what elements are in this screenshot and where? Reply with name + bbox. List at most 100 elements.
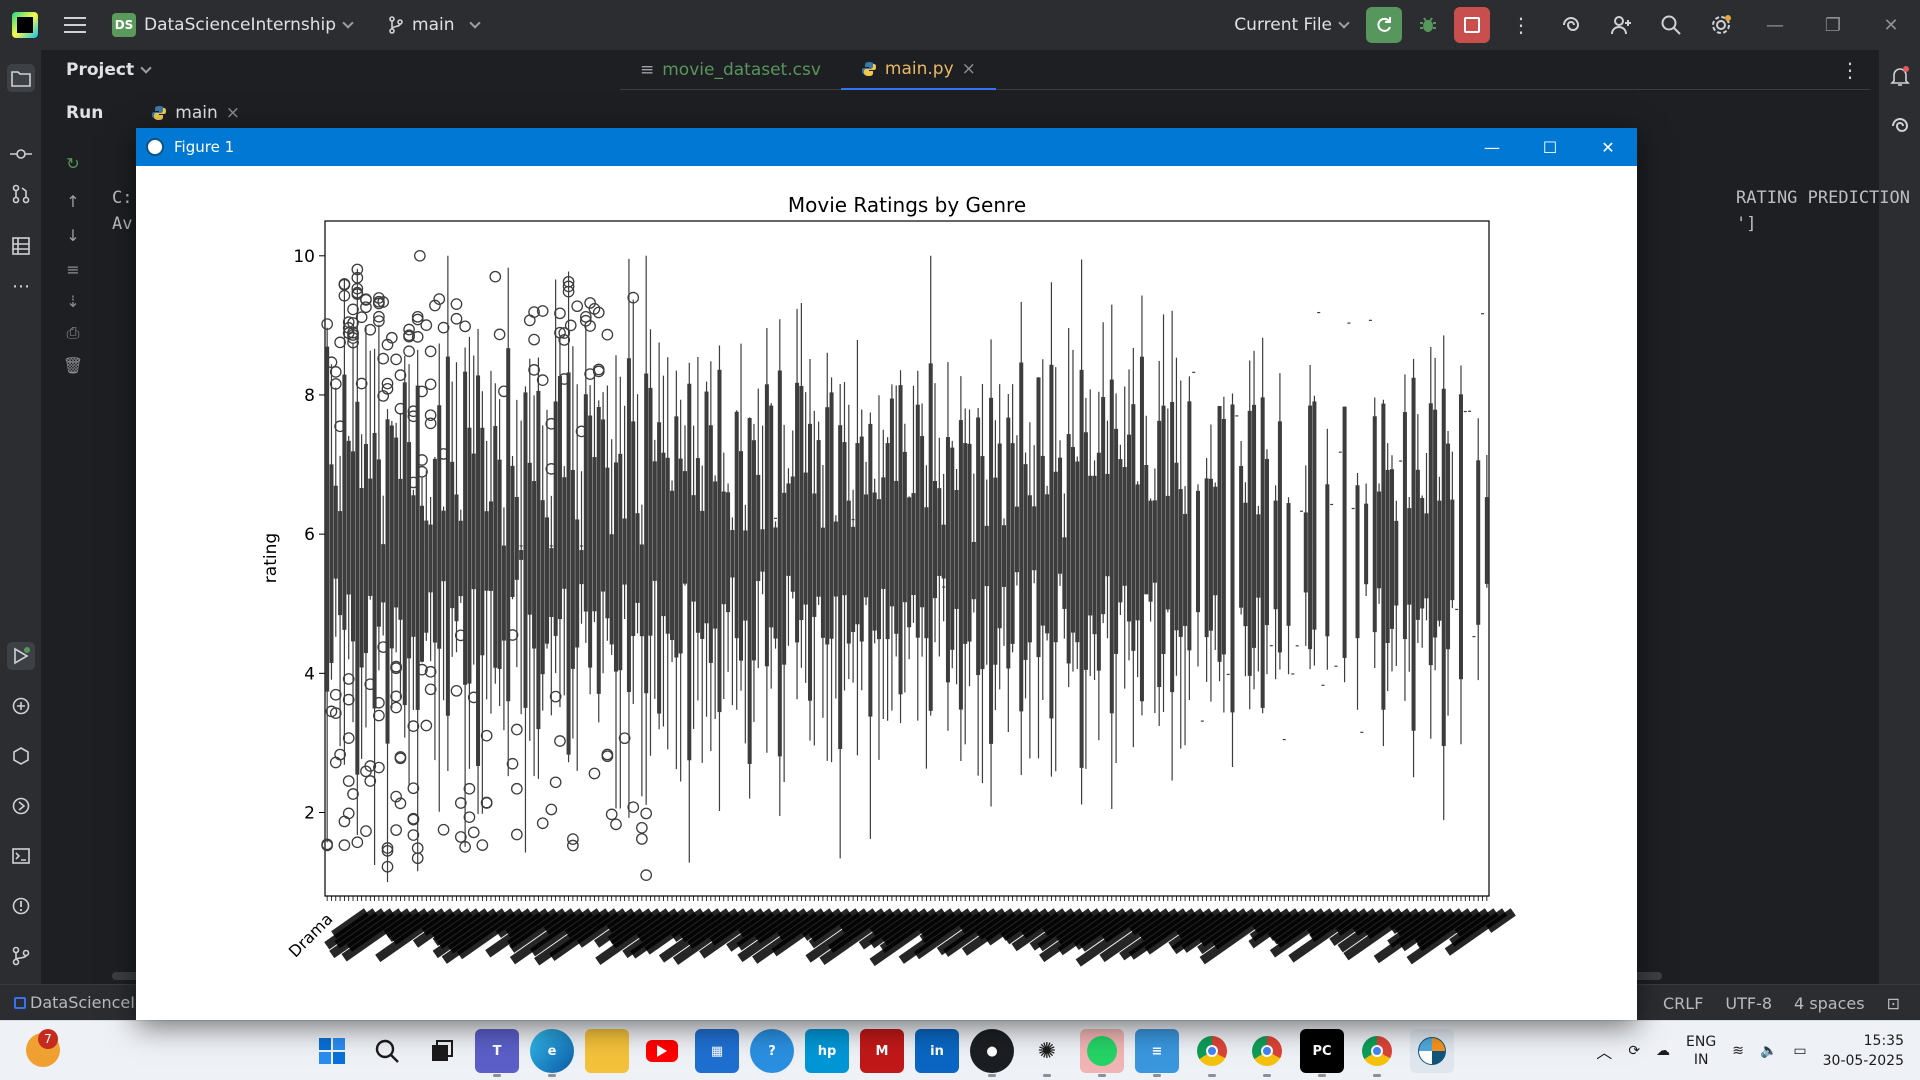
box bbox=[756, 474, 761, 582]
youtube-icon[interactable] bbox=[640, 1029, 684, 1073]
run-tool-icon[interactable] bbox=[7, 642, 35, 670]
commit-icon[interactable] bbox=[9, 142, 33, 166]
pycharm-icon[interactable]: PC bbox=[1300, 1029, 1344, 1077]
python-console-icon[interactable] bbox=[9, 794, 33, 818]
chatgpt-icon[interactable]: ✺ bbox=[1025, 1029, 1069, 1077]
tab-close-icon[interactable]: × bbox=[962, 59, 976, 79]
edge-icon[interactable]: e bbox=[530, 1029, 574, 1077]
run-tab-main[interactable]: main × bbox=[151, 103, 240, 123]
more-tabs-icon[interactable]: ⋮ bbox=[1840, 58, 1860, 82]
support-icon[interactable]: ? bbox=[750, 1029, 794, 1073]
clock[interactable]: 15:35 30-05-2025 bbox=[1823, 1031, 1904, 1071]
scroll-up-icon[interactable]: ↑ bbox=[62, 190, 84, 212]
project-badge[interactable]: DS bbox=[112, 13, 136, 37]
problems-icon[interactable] bbox=[9, 894, 33, 918]
box bbox=[1066, 434, 1071, 664]
ai-chat-icon[interactable] bbox=[1888, 114, 1912, 138]
tab-main-py[interactable]: main.py × bbox=[840, 50, 996, 90]
chevron-down-icon[interactable] bbox=[342, 17, 354, 29]
input-language[interactable]: ENG IN bbox=[1686, 1033, 1716, 1069]
project-folder-icon[interactable] bbox=[7, 64, 35, 92]
version-control-icon[interactable] bbox=[9, 944, 33, 968]
indent-setting[interactable]: 4 spaces bbox=[1794, 994, 1865, 1013]
clear-trash-icon[interactable]: 🗑 bbox=[62, 354, 84, 376]
volume-icon[interactable]: 🔈 bbox=[1760, 1043, 1777, 1059]
figure-canvas[interactable]: 2 4 6 8 10 Drama Movie Ratings by Genre rati… bbox=[136, 166, 1637, 1020]
box bbox=[376, 459, 381, 627]
github-icon[interactable]: ● bbox=[970, 1029, 1014, 1077]
close-icon[interactable]: ✕ bbox=[1579, 128, 1637, 166]
rerun-button[interactable] bbox=[1366, 7, 1402, 43]
restore-icon[interactable]: ❐ bbox=[1804, 0, 1862, 50]
microsoft-store-icon[interactable]: ▦ bbox=[695, 1029, 739, 1073]
ai-assistant-icon[interactable] bbox=[1546, 0, 1596, 50]
file-explorer-icon[interactable] bbox=[585, 1029, 629, 1073]
figure-title-bar[interactable]: Figure 1 — ☐ ✕ bbox=[136, 128, 1637, 166]
main-menu-icon[interactable] bbox=[64, 17, 86, 33]
scroll-to-end-icon[interactable]: ⇣ bbox=[62, 290, 84, 312]
debug-button[interactable] bbox=[1410, 7, 1446, 43]
status-project[interactable]: DataScienceIn bbox=[14, 993, 145, 1012]
stop-button[interactable] bbox=[1454, 7, 1490, 43]
minimize-icon[interactable]: — bbox=[1463, 128, 1521, 166]
search-icon[interactable] bbox=[1646, 0, 1696, 50]
tab-movie-dataset-csv[interactable]: ≡ movie_dataset.csv bbox=[620, 50, 841, 90]
teams-icon[interactable]: T bbox=[475, 1029, 519, 1077]
soft-wrap-icon[interactable]: ≡ bbox=[62, 258, 84, 280]
branch-selector[interactable]: main bbox=[388, 15, 481, 35]
box bbox=[605, 467, 610, 619]
box bbox=[739, 451, 744, 661]
structure-icon[interactable] bbox=[9, 234, 33, 258]
mcafee-icon[interactable]: M bbox=[860, 1029, 904, 1073]
onedrive-cloud-icon[interactable]: ☁ bbox=[1656, 1043, 1670, 1059]
tab-close-icon[interactable]: × bbox=[226, 103, 240, 123]
chrome-icon[interactable] bbox=[1190, 1029, 1234, 1077]
box bbox=[803, 472, 808, 605]
close-icon[interactable]: ✕ bbox=[1862, 0, 1920, 50]
box bbox=[954, 490, 959, 609]
terminal-icon[interactable] bbox=[9, 844, 33, 868]
line-ending[interactable]: CRLF bbox=[1663, 994, 1703, 1013]
scroll-down-icon[interactable]: ↓ bbox=[62, 224, 84, 246]
box bbox=[618, 453, 623, 671]
box bbox=[820, 527, 825, 638]
add-user-icon[interactable] bbox=[1596, 0, 1646, 50]
notifications-bell-icon[interactable] bbox=[1888, 64, 1912, 88]
box bbox=[1161, 405, 1166, 654]
search-icon[interactable] bbox=[365, 1029, 409, 1073]
whatsapp-icon[interactable] bbox=[1080, 1029, 1124, 1077]
box bbox=[984, 525, 989, 587]
show-hidden-icons-chevron-icon[interactable]: ︿ bbox=[1596, 1039, 1612, 1063]
lock-icon[interactable]: ⊡ bbox=[1887, 994, 1900, 1013]
maximize-icon[interactable]: ☐ bbox=[1521, 128, 1579, 166]
box bbox=[635, 513, 640, 603]
sync-icon[interactable]: ⟳ bbox=[1628, 1043, 1640, 1059]
notepad-icon[interactable]: ≡ bbox=[1135, 1029, 1179, 1077]
box bbox=[782, 492, 787, 665]
windows-start-icon[interactable] bbox=[310, 1029, 354, 1073]
chrome-profile-icon[interactable] bbox=[1245, 1029, 1289, 1077]
linkedin-icon[interactable]: in bbox=[915, 1029, 959, 1073]
project-name[interactable]: DataScienceInternship bbox=[144, 15, 336, 35]
chrome-profile-2-icon[interactable] bbox=[1355, 1029, 1399, 1077]
python-packages-icon[interactable] bbox=[9, 694, 33, 718]
minimize-icon[interactable]: — bbox=[1746, 0, 1804, 50]
box bbox=[1114, 428, 1119, 654]
task-view-icon[interactable] bbox=[420, 1029, 464, 1073]
project-panel-header[interactable]: Project bbox=[42, 50, 620, 90]
settings-gear-icon[interactable] bbox=[1696, 0, 1746, 50]
box bbox=[329, 464, 334, 663]
print-icon[interactable]: ⎙ bbox=[62, 322, 84, 344]
myhp-icon[interactable]: hp bbox=[805, 1029, 849, 1073]
file-encoding[interactable]: UTF-8 bbox=[1725, 994, 1772, 1013]
more-tools-icon[interactable]: ⋯ bbox=[9, 274, 33, 298]
services-icon[interactable] bbox=[9, 744, 33, 768]
run-config-selector[interactable]: Current File bbox=[1234, 15, 1350, 35]
rerun-icon[interactable]: ↻ bbox=[62, 152, 84, 174]
more-options-icon[interactable]: ⋮ bbox=[1496, 0, 1546, 50]
box bbox=[1372, 416, 1377, 633]
matplotlib-figure-icon[interactable] bbox=[1410, 1029, 1454, 1073]
pull-requests-icon[interactable] bbox=[9, 182, 33, 206]
battery-icon[interactable]: ▭ bbox=[1793, 1043, 1806, 1059]
wifi-icon[interactable]: ≋ bbox=[1732, 1043, 1744, 1059]
